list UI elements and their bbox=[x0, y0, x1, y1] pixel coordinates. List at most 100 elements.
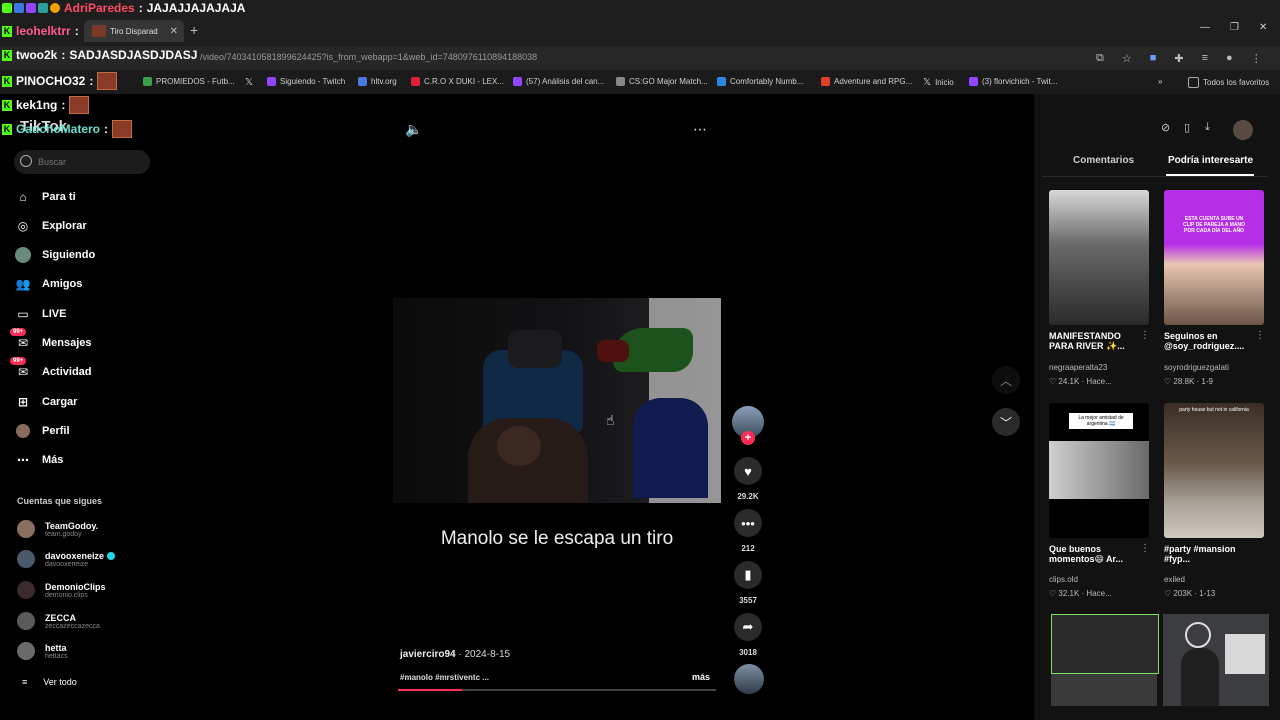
card-user[interactable]: exiled bbox=[1164, 575, 1185, 584]
download-icon[interactable]: ⤓ bbox=[1205, 121, 1210, 134]
card-stats: ♡ 203K · 1-13 bbox=[1164, 589, 1216, 598]
nav-explorar[interactable]: ◎ Explorar bbox=[14, 217, 87, 235]
star-icon[interactable]: ☆ bbox=[1122, 52, 1132, 65]
bookmark-9[interactable]: (3) florvichich - Twit... bbox=[969, 77, 1057, 86]
card-title[interactable]: Seguinos en @soy_rodriguez.... bbox=[1164, 331, 1260, 351]
next-video-button[interactable]: ﹀ bbox=[992, 408, 1020, 436]
puzzle-icon[interactable]: ✚ bbox=[1174, 52, 1183, 65]
search-input[interactable] bbox=[14, 150, 150, 174]
card-title[interactable]: MANIFESTANDO PARA RIVER ✨... bbox=[1049, 331, 1145, 352]
comment-icon: ••• bbox=[741, 515, 755, 531]
nav-perfil[interactable]: Perfil bbox=[14, 422, 70, 440]
bookmark-7[interactable]: Adventure and RPG... bbox=[821, 77, 912, 86]
thumbnail-image bbox=[1049, 441, 1149, 499]
tab-comentarios[interactable]: Comentarios bbox=[1073, 155, 1134, 166]
chevron-down-icon: ﹀ bbox=[999, 415, 1012, 430]
bookmark-3[interactable]: C.R.O X DUKI - LEX... bbox=[411, 77, 504, 86]
more-button[interactable]: más bbox=[692, 672, 710, 682]
nav-mas[interactable]: ⋯ Más bbox=[14, 451, 63, 469]
bookmark-1[interactable]: Siguiendo - Twitch bbox=[267, 77, 345, 86]
nav-siguiendo[interactable]: Siguiendo bbox=[14, 246, 95, 264]
like-button[interactable]: ♥ bbox=[734, 457, 762, 485]
video-author-line[interactable]: javierciro94 · 2024-8-15 bbox=[400, 649, 510, 660]
tab-podria-interesarte[interactable]: Podría interesarte bbox=[1168, 155, 1253, 166]
card-user[interactable]: negraaperalta23 bbox=[1049, 363, 1107, 372]
browser-tab[interactable]: Tiro Disparad ✕ bbox=[84, 20, 184, 42]
follow-plus-icon[interactable]: + bbox=[741, 431, 755, 445]
all-favorites[interactable]: Todos los favoritos bbox=[1188, 77, 1269, 88]
video-author: javierciro94 bbox=[400, 649, 456, 660]
extension-icon[interactable]: ■ bbox=[1150, 52, 1157, 65]
media-icon[interactable]: ≡ bbox=[1202, 52, 1208, 65]
video-thumbnail[interactable]: party house but not in california bbox=[1164, 403, 1264, 538]
card-menu-icon[interactable]: ⋮ bbox=[1255, 330, 1265, 341]
card-title[interactable]: Que buenos momentos😄 Ar... bbox=[1049, 544, 1145, 565]
video-thumbnail[interactable]: ESTA CUENTA SUBE UN CLIP DE PAREJA A MAN… bbox=[1164, 190, 1264, 325]
minimize-icon[interactable]: — bbox=[1200, 22, 1210, 33]
bookmark-x-icon[interactable]: 𝕏 bbox=[245, 77, 253, 88]
comment-button[interactable]: ••• bbox=[734, 509, 762, 537]
bookmark-6[interactable]: Comfortably Numb... bbox=[717, 77, 803, 86]
install-icon[interactable]: ⧉ bbox=[1096, 52, 1104, 65]
avatar[interactable] bbox=[1233, 120, 1253, 140]
bookmark-8[interactable]: 𝕏 Inicio bbox=[923, 77, 954, 88]
bookmark-5[interactable]: CS:GO Major Match... bbox=[616, 77, 708, 86]
compass-icon[interactable]: ⊘ bbox=[1161, 121, 1170, 134]
nav-amigos[interactable]: 👥 Amigos bbox=[14, 275, 83, 293]
following-item[interactable]: hetta hettacs bbox=[17, 642, 68, 660]
kick-badge-icon: K bbox=[2, 25, 12, 37]
video-tags[interactable]: #manolo #mrstiventc ... bbox=[400, 673, 489, 682]
restore-icon[interactable]: ❐ bbox=[1230, 22, 1239, 33]
following-item[interactable]: ZECCA zeccazeccazecca bbox=[17, 612, 100, 630]
card-title[interactable]: #party #mansion #fyp... bbox=[1164, 544, 1260, 564]
kick-badge-icon: K bbox=[2, 123, 12, 135]
comment-count: 212 bbox=[741, 544, 755, 553]
previous-video-button[interactable]: ︿ bbox=[992, 366, 1020, 394]
share-icon: ➦ bbox=[742, 619, 754, 634]
following-item[interactable]: TeamGodoy. team.godoy bbox=[17, 520, 98, 538]
bookmarks-overflow-icon[interactable]: » bbox=[1158, 77, 1162, 86]
url-text[interactable]: /video/7403410581899624425?is_from_webap… bbox=[200, 52, 537, 62]
menu-icon[interactable]: ⋮ bbox=[1251, 52, 1262, 65]
save-count: 3557 bbox=[739, 596, 757, 605]
chat-message: K kek1ng: bbox=[2, 96, 90, 114]
bookmark-0[interactable]: PROMIEDOS - Futb... bbox=[143, 77, 235, 86]
avatar bbox=[17, 520, 35, 538]
following-item[interactable]: davooxeneize davooxeneize bbox=[17, 550, 116, 568]
nav-para-ti[interactable]: ⌂ Para ti bbox=[14, 188, 75, 206]
save-button[interactable]: ▮ bbox=[734, 561, 762, 589]
kick-badge-icon: K bbox=[2, 99, 12, 111]
new-tab-icon[interactable]: + bbox=[190, 22, 198, 38]
live-icon: ▭ bbox=[17, 307, 29, 321]
see-all-link[interactable]: ≡ Ver todo bbox=[22, 677, 77, 687]
video-menu-icon[interactable]: ⋯ bbox=[693, 121, 707, 138]
card-menu-icon[interactable]: ⋮ bbox=[1140, 330, 1150, 341]
webcam-overlay bbox=[1051, 614, 1159, 674]
compass-icon: ◎ bbox=[17, 219, 29, 233]
nav-actividad[interactable]: ✉ 99+ Actividad bbox=[10, 357, 92, 381]
avatar bbox=[17, 550, 35, 568]
card-user[interactable]: clips.old bbox=[1049, 575, 1078, 584]
following-item[interactable]: DemonioClips demonio.clips bbox=[17, 581, 106, 599]
bookmark-4[interactable]: (57) Análisis del can... bbox=[513, 77, 604, 86]
kick-badge-icon: K bbox=[2, 75, 12, 87]
close-window-icon[interactable]: ✕ bbox=[1259, 22, 1267, 33]
avatar bbox=[17, 581, 35, 599]
card-menu-icon[interactable]: ⋮ bbox=[1140, 543, 1150, 554]
bookmark-2[interactable]: hltv.org bbox=[358, 77, 397, 86]
music-disc[interactable] bbox=[734, 664, 764, 694]
volume-icon[interactable]: 🔈 bbox=[405, 121, 422, 138]
video-thumbnail[interactable]: La mejor amistad de argentina 🇦🇷 bbox=[1049, 403, 1149, 538]
nav-cargar[interactable]: ⊞ Cargar bbox=[14, 393, 78, 411]
phone-icon[interactable]: ▯ bbox=[1184, 121, 1190, 134]
nav-live[interactable]: ▭ LIVE bbox=[14, 305, 66, 323]
close-tab-icon[interactable]: ✕ bbox=[170, 26, 178, 37]
card-user[interactable]: soyrodriguezgalati bbox=[1164, 363, 1229, 372]
heart-icon: ♥ bbox=[744, 463, 752, 479]
chat-message: AdriParedes: JAJAJJAJAJAJA bbox=[2, 1, 245, 15]
share-button[interactable]: ➦ bbox=[734, 613, 762, 641]
video-player[interactable] bbox=[393, 298, 721, 503]
profile-icon[interactable]: ● bbox=[1226, 52, 1233, 65]
nav-mensajes[interactable]: ✉ 99+ Mensajes bbox=[10, 328, 92, 352]
video-thumbnail[interactable] bbox=[1049, 190, 1149, 325]
